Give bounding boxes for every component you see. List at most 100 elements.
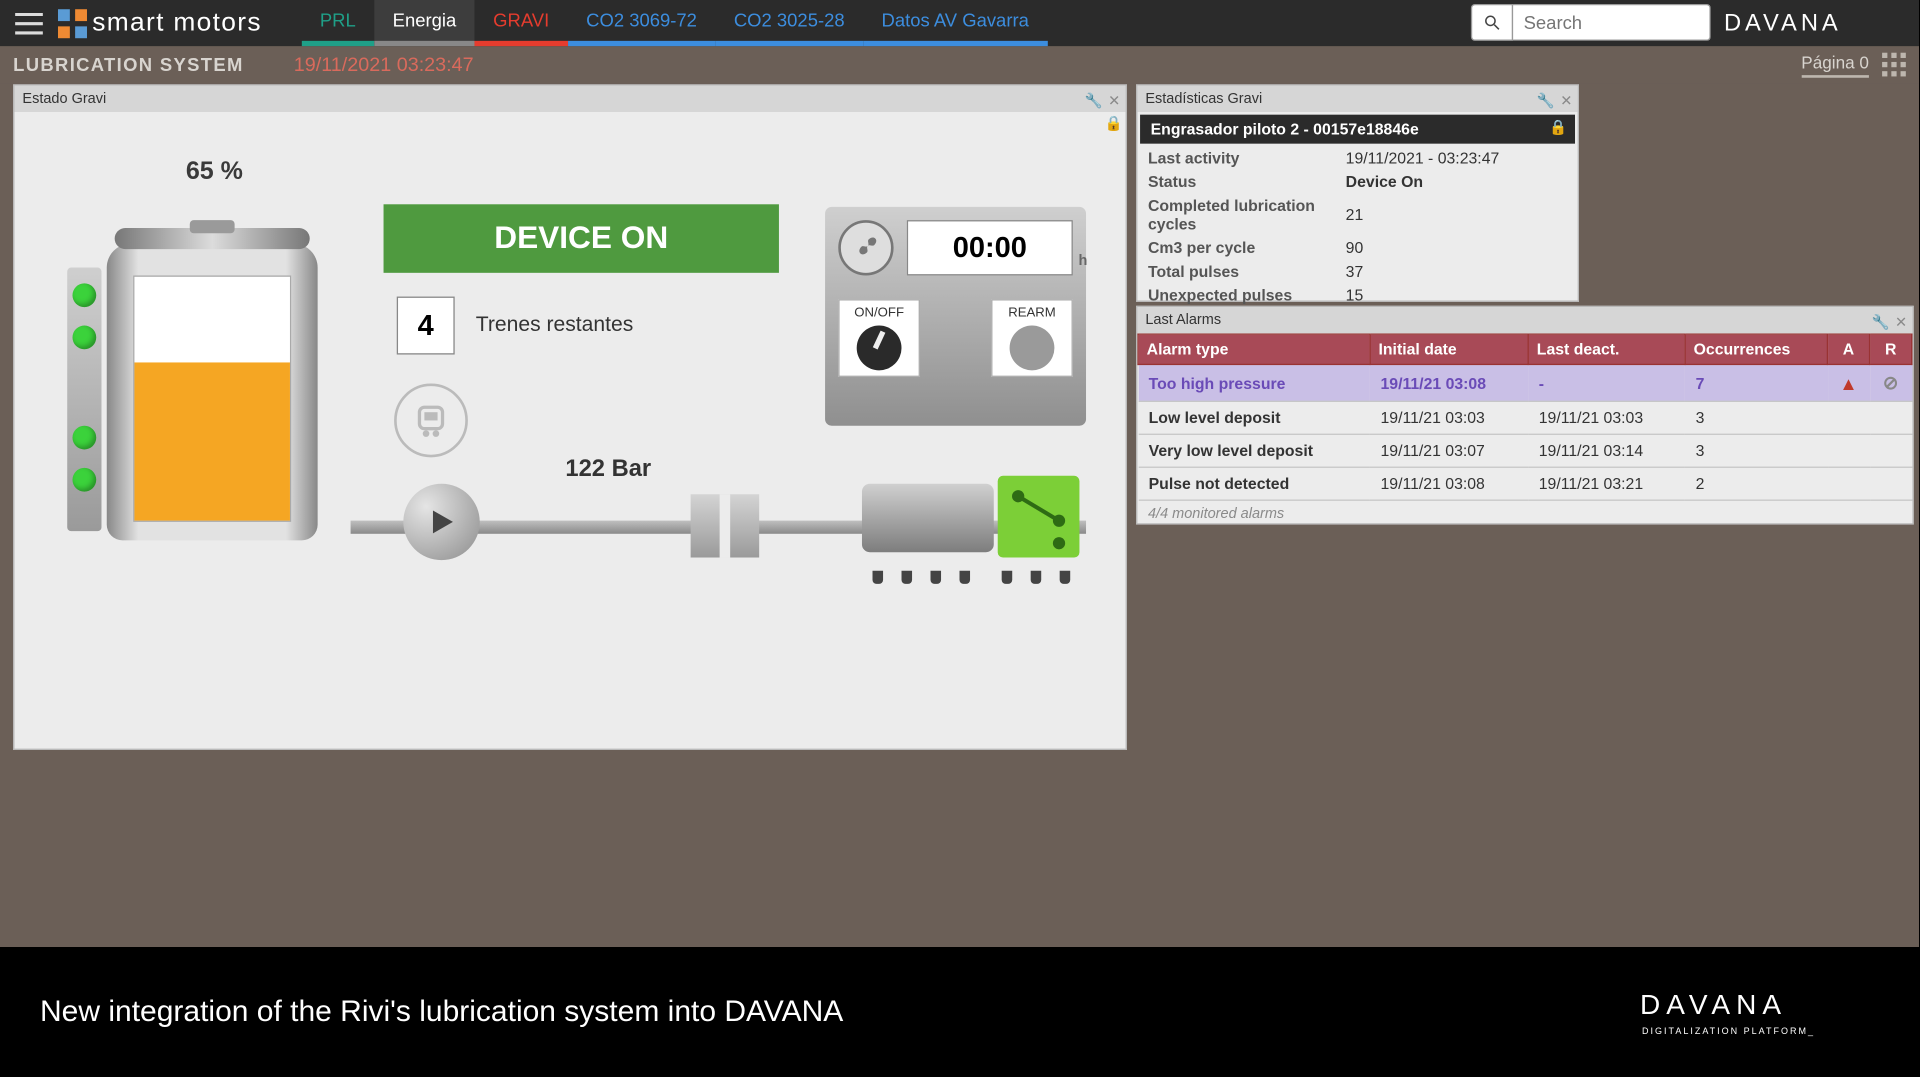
tab-energia[interactable]: Energia bbox=[374, 0, 475, 46]
tab-av-gavarra[interactable]: Datos AV Gavarra bbox=[863, 0, 1047, 46]
lock-icon[interactable]: 🔒 bbox=[1105, 115, 1123, 132]
tank-level: 65 % bbox=[186, 158, 243, 187]
stat-key: Completed lubrication cycles bbox=[1137, 194, 1335, 236]
status-light-2 bbox=[72, 326, 96, 350]
nav-tabs: PRL Energia GRAVI CO2 3069-72 CO2 3025-2… bbox=[301, 0, 1047, 46]
svg-text:DAVANA: DAVANA bbox=[1640, 989, 1787, 1020]
alarm-row[interactable]: Too high pressure19/11/21 03:08-7 ▲ ⊘ bbox=[1138, 364, 1912, 401]
trains-remaining-count: 4 bbox=[397, 297, 455, 355]
page-indicator[interactable]: Página 0 bbox=[1801, 52, 1869, 77]
alarm-occ: 7 bbox=[1685, 364, 1827, 401]
lock-icon[interactable]: 🔒 bbox=[1549, 119, 1567, 136]
alarm-occ: 2 bbox=[1685, 467, 1827, 500]
stat-value: 21 bbox=[1335, 194, 1578, 236]
tab-gravi[interactable]: GRAVI bbox=[475, 0, 568, 46]
col-r[interactable]: R bbox=[1870, 334, 1912, 364]
status-light-1 bbox=[72, 283, 96, 307]
alarm-r-icon bbox=[1870, 467, 1912, 500]
col-occurrences[interactable]: Occurrences bbox=[1685, 334, 1827, 364]
tab-co2-3025[interactable]: CO2 3025-28 bbox=[715, 0, 863, 46]
knob-icon bbox=[1010, 326, 1055, 371]
alarm-a-icon bbox=[1827, 467, 1869, 500]
alarm-type: Too high pressure bbox=[1138, 364, 1370, 401]
alarm-occ: 3 bbox=[1685, 401, 1827, 434]
alarm-row[interactable]: Low level deposit19/11/21 03:0319/11/21 … bbox=[1138, 401, 1912, 434]
stat-key: Cm3 per cycle bbox=[1137, 236, 1335, 260]
col-last-deact[interactable]: Last deact. bbox=[1528, 334, 1685, 364]
status-light-3 bbox=[72, 426, 96, 450]
close-icon[interactable]: ✕ bbox=[1108, 88, 1120, 114]
knob-icon bbox=[857, 326, 902, 371]
page-title: LUBRICATION SYSTEM bbox=[13, 54, 243, 75]
stat-value: 19/11/2021 - 03:23:47 bbox=[1335, 146, 1578, 170]
alarm-a-icon bbox=[1827, 434, 1869, 467]
alarm-init: 19/11/21 03:03 bbox=[1370, 401, 1528, 434]
timer-display: 00:00 h bbox=[907, 220, 1073, 275]
svg-text:DAVANA: DAVANA bbox=[1724, 10, 1842, 36]
col-alarm-type[interactable]: Alarm type bbox=[1138, 334, 1370, 364]
panel-alarms: Last Alarms 🔧✕ Alarm type Initial date L… bbox=[1136, 306, 1914, 525]
alarm-deact: 19/11/21 03:14 bbox=[1528, 434, 1685, 467]
alarm-deact: 19/11/21 03:21 bbox=[1528, 467, 1685, 500]
davana-logo-small: DAVANA bbox=[1724, 7, 1909, 39]
tab-prl[interactable]: PRL bbox=[301, 0, 374, 46]
alarm-a-icon: ▲ bbox=[1827, 364, 1869, 401]
stat-value: 90 bbox=[1335, 236, 1578, 260]
train-icon bbox=[394, 384, 468, 458]
alarm-occ: 3 bbox=[1685, 434, 1827, 467]
wrench-icon[interactable]: 🔧 bbox=[1085, 88, 1103, 114]
device-title: Engrasador piloto 2 - 00157e18846e🔒 bbox=[1140, 115, 1575, 144]
switch-rearm[interactable]: REARM bbox=[991, 299, 1073, 377]
alarm-deact: 19/11/21 03:03 bbox=[1528, 401, 1685, 434]
alarm-row[interactable]: Pulse not detected19/11/21 03:0819/11/21… bbox=[1138, 467, 1912, 500]
status-lights bbox=[67, 268, 101, 532]
panel-estado-gravi: Estado Gravi 🔧✕ 🔒 65 % DEVICE ON 4 Trene… bbox=[13, 84, 1127, 750]
alarm-init: 19/11/21 03:08 bbox=[1370, 467, 1528, 500]
pump-icon bbox=[403, 484, 479, 560]
stat-value: 15 bbox=[1335, 283, 1578, 307]
pressure-value: 122 Bar bbox=[565, 455, 651, 483]
tab-co2-3069[interactable]: CO2 3069-72 bbox=[568, 0, 716, 46]
alarm-type: Very low level deposit bbox=[1138, 434, 1370, 467]
motor-block bbox=[862, 471, 1086, 574]
panel-title: Estado Gravi bbox=[22, 91, 106, 107]
search-button[interactable] bbox=[1471, 4, 1513, 41]
alarm-deact: - bbox=[1528, 364, 1685, 401]
alarm-type: Pulse not detected bbox=[1138, 467, 1370, 500]
device-status: DEVICE ON bbox=[384, 204, 779, 273]
grid-view-icon[interactable] bbox=[1882, 53, 1906, 77]
alarm-row[interactable]: Very low level deposit19/11/21 03:0719/1… bbox=[1138, 434, 1912, 467]
alarm-type: Low level deposit bbox=[1138, 401, 1370, 434]
alarm-r-icon: ⊘ bbox=[1870, 364, 1912, 401]
col-a[interactable]: A bbox=[1827, 334, 1869, 364]
stat-value: 37 bbox=[1335, 260, 1578, 284]
slide-caption: New integration of the Rivi's lubricatio… bbox=[40, 995, 843, 1029]
stat-value: Device On bbox=[1335, 170, 1578, 194]
wrench-icon[interactable]: 🔧 bbox=[1872, 310, 1890, 336]
alarm-init: 19/11/21 03:07 bbox=[1370, 434, 1528, 467]
stat-key: Total pulses bbox=[1137, 260, 1335, 284]
col-initial-date[interactable]: Initial date bbox=[1370, 334, 1528, 364]
switch-onoff[interactable]: ON/OFF bbox=[838, 299, 920, 377]
fan-icon bbox=[838, 220, 893, 275]
alarm-a-icon bbox=[1827, 401, 1869, 434]
alarm-init: 19/11/21 03:08 bbox=[1370, 364, 1528, 401]
timer-unit: h bbox=[1078, 253, 1087, 269]
stat-key: Unexpected pulses bbox=[1137, 283, 1335, 307]
valve-icon bbox=[691, 494, 760, 557]
close-icon[interactable]: ✕ bbox=[1560, 88, 1572, 114]
davana-logo-large: DAVANA DIGITALIZATION PLATFORM_ bbox=[1640, 984, 1880, 1040]
close-icon[interactable]: ✕ bbox=[1895, 310, 1907, 336]
page-datetime: 19/11/2021 03:23:47 bbox=[294, 53, 474, 75]
search-input[interactable] bbox=[1513, 4, 1711, 41]
stat-key: Last activity bbox=[1137, 146, 1335, 170]
hamburger-icon[interactable] bbox=[11, 5, 48, 42]
alarms-footer: 4/4 monitored alarms bbox=[1137, 501, 1912, 527]
panel-title: Estadísticas Gravi bbox=[1145, 91, 1262, 107]
wrench-icon[interactable]: 🔧 bbox=[1537, 88, 1555, 114]
lubricant-tank bbox=[107, 244, 318, 541]
app-logo: smart motors bbox=[58, 8, 262, 38]
status-light-4 bbox=[72, 468, 96, 492]
alarm-r-icon bbox=[1870, 401, 1912, 434]
warning-icon: ▲ bbox=[1839, 372, 1857, 393]
